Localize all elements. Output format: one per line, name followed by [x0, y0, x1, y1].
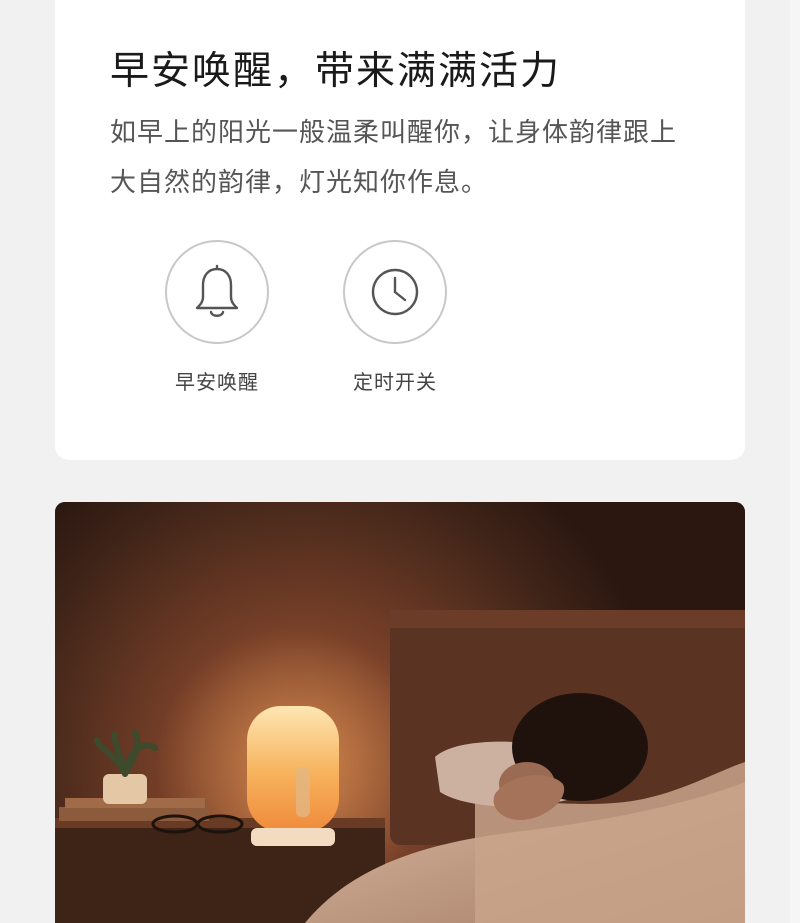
- clock-icon: [371, 268, 419, 316]
- feature-wake-up-circle[interactable]: [165, 240, 269, 344]
- bedside-lamp-photo: [55, 502, 745, 923]
- feature-wake-up-label: 早安唤醒: [175, 370, 259, 394]
- feature-headline: 早安唤醒，带来满满活力: [110, 49, 562, 94]
- feature-timer-switch[interactable]: 定时开关: [335, 240, 455, 395]
- feature-timer-label: 定时开关: [353, 370, 437, 394]
- feature-description: 如早上的阳光一般温柔叫醒你，让身体韵律跟上大自然的韵律，灯光知你作息。: [110, 118, 678, 198]
- bedroom-scene-image: [55, 502, 745, 923]
- feature-card: 早安唤醒，带来满满活力 如早上的阳光一般温柔叫醒你，让身体韵律跟上大自然的韵律，…: [55, 0, 745, 460]
- feature-wake-up[interactable]: 早安唤醒: [157, 240, 277, 395]
- feature-timer-circle[interactable]: [343, 240, 447, 344]
- page-right-edge: [790, 0, 800, 923]
- bell-icon: [195, 264, 239, 317]
